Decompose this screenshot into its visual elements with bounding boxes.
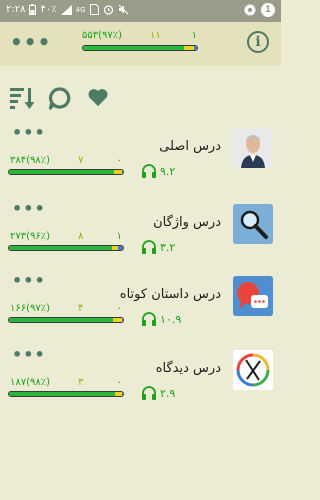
lesson-stats: ۰ ۳ ۱۸۷(۹۸٪) [10, 377, 122, 389]
progress-new-segment [121, 170, 123, 174]
progress-new-segment [121, 392, 123, 396]
overall-stats: ۱ ۱۱ ۵۵۳(۹۷٪) [82, 30, 197, 42]
progress-pending-segment [115, 392, 122, 396]
more-menu-button[interactable]: ••• [10, 32, 51, 52]
lesson-thumbnail [233, 204, 273, 244]
lesson-thumbnail [233, 128, 273, 168]
chat-bubble-icon[interactable] [48, 86, 72, 110]
progress-new-segment [193, 46, 197, 50]
lesson-total-count: ۱۶۶(۹۷٪) [10, 303, 51, 314]
sim-icon [89, 4, 99, 15]
lesson-thumbnail [233, 276, 273, 316]
lesson-pending-count: ۷ [78, 155, 84, 166]
lesson-row[interactable]: ••• درس دیدگاه ۰ ۳ ۱۸۷(۹۸٪) ۲.۹ [0, 347, 281, 420]
heart-icon[interactable] [87, 86, 109, 108]
lesson-stats: ۱ ۸ ۲۷۳(۹۶٪) [10, 231, 122, 243]
lesson-new-count: ۰ [116, 155, 122, 166]
lesson-more-button[interactable]: ••• [12, 347, 46, 363]
lesson-pending-count: ۴ [78, 303, 84, 314]
lesson-stats: ۰ ۷ ۳۸۴(۹۸٪) [10, 155, 122, 167]
lesson-more-button[interactable]: ••• [12, 125, 46, 141]
lesson-more-button[interactable]: ••• [12, 201, 46, 217]
progress-pending-segment [184, 46, 194, 50]
notification-badge: 1 [261, 3, 275, 17]
lesson-row[interactable]: ••• درس اصلی ۰ ۷ ۳۸۴(۹۸٪) ۹.۲ [0, 125, 281, 198]
lesson-row[interactable]: ••• درس داستان کوتاه ۰ ۴ ۱۶۶(۹۷٪) ۱۰.۹ [0, 273, 281, 346]
lesson-duration: ۲.۹ [160, 387, 176, 400]
mute-icon [118, 4, 128, 15]
signal-icon [60, 4, 72, 15]
sort-descending-icon[interactable] [9, 86, 35, 110]
lesson-more-button[interactable]: ••• [12, 273, 46, 289]
lesson-new-count: ۰ [116, 303, 122, 314]
toolbar [0, 86, 281, 112]
progress-done-segment [9, 318, 113, 322]
lesson-duration: ۹.۲ [160, 165, 176, 178]
lesson-title: درس دیدگاه [155, 361, 221, 376]
overall-new-count: ۱ [191, 30, 197, 41]
lesson-total-count: ۳۸۴(۹۸٪) [10, 155, 51, 166]
progress-new-segment [118, 246, 123, 250]
progress-done-segment [9, 246, 112, 250]
lesson-new-count: ۰ [116, 377, 122, 388]
lesson-pending-count: ۳ [78, 377, 84, 388]
progress-pending-segment [111, 246, 119, 250]
lesson-title: درس اصلی [159, 139, 221, 154]
lesson-progress-bar [8, 391, 124, 397]
progress-pending-segment [113, 170, 122, 174]
progress-new-segment [121, 318, 123, 322]
progress-pending-segment [112, 318, 122, 322]
lesson-pending-count: ۸ [78, 231, 84, 242]
lesson-total-count: ۲۷۳(۹۶٪) [10, 231, 51, 242]
network-type: 4G [75, 5, 86, 14]
lesson-progress-bar [8, 169, 124, 175]
lesson-title: درس واژگان [153, 215, 221, 230]
lesson-title: درس داستان کوتاه [119, 287, 221, 302]
headphones-icon [142, 312, 156, 326]
headphones-icon [142, 164, 156, 178]
lesson-total-count: ۱۸۷(۹۸٪) [10, 377, 51, 388]
progress-done-segment [9, 170, 114, 174]
battery-percent: ۴۰٪ [40, 4, 57, 15]
lesson-progress-bar [8, 317, 124, 323]
progress-done-segment [83, 46, 185, 50]
battery-icon [29, 4, 37, 15]
lesson-duration: ۳.۲ [160, 241, 176, 254]
app-notification-icon [244, 4, 256, 16]
app-header: ••• ۱ ۱۱ ۵۵۳(۹۷٪) i [0, 22, 281, 66]
overall-total-count: ۵۵۳(۹۷٪) [82, 30, 123, 41]
lesson-row[interactable]: ••• درس واژگان ۱ ۸ ۲۷۳(۹۶٪) ۳.۲ [0, 201, 281, 274]
overall-pending-count: ۱۱ [150, 30, 161, 41]
lesson-stats: ۰ ۴ ۱۶۶(۹۷٪) [10, 303, 122, 315]
status-time: ۲:۲۸ [6, 4, 26, 15]
lesson-duration: ۱۰.۹ [160, 313, 182, 326]
info-button[interactable]: i [247, 31, 269, 53]
headphones-icon [142, 386, 156, 400]
status-bar: ۲:۲۸ ۴۰٪ 4G 1 [0, 0, 281, 22]
lesson-thumbnail [233, 350, 273, 390]
overall-progress-bar [82, 45, 198, 51]
alarm-icon [103, 5, 113, 15]
lesson-new-count: ۱ [116, 231, 122, 242]
headphones-icon [142, 240, 156, 254]
lesson-progress-bar [8, 245, 124, 251]
progress-done-segment [9, 392, 116, 396]
